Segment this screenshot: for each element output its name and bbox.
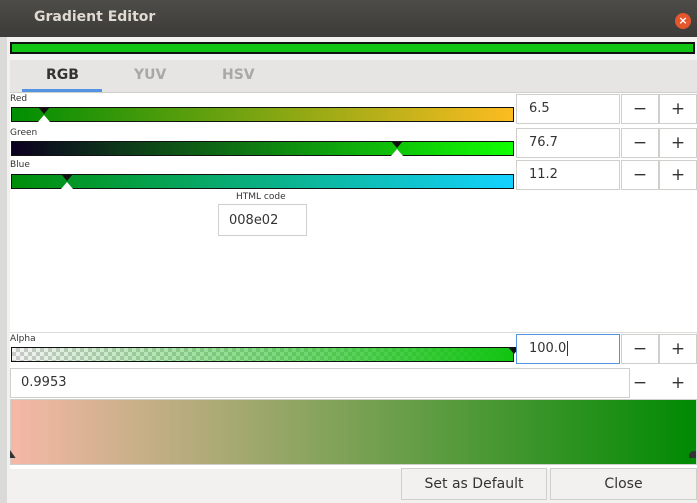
blue-increment-button[interactable]: + <box>659 160 697 190</box>
alpha-value-field[interactable]: 100.0 <box>516 334 620 364</box>
alpha-divider <box>10 332 697 333</box>
gradient-stop-end-icon[interactable] <box>688 450 696 458</box>
green-slider-handle-bottom[interactable] <box>390 149 403 156</box>
tab-yuv[interactable]: YUV <box>134 67 166 83</box>
blue-value-field[interactable]: 11.2 <box>516 160 620 190</box>
red-slider[interactable] <box>11 107 514 122</box>
color-preview-bar <box>10 42 695 54</box>
green-label: Green <box>10 128 38 138</box>
red-decrement-button[interactable]: − <box>621 94 659 124</box>
position-decrement-button[interactable]: − <box>621 368 659 398</box>
green-slider[interactable] <box>11 141 514 156</box>
text-cursor <box>567 341 569 356</box>
blue-slider[interactable] <box>11 174 514 189</box>
green-decrement-button[interactable]: − <box>621 128 659 158</box>
html-code-field[interactable]: 008e02 <box>218 204 307 236</box>
alpha-increment-button[interactable]: + <box>659 334 697 364</box>
blue-decrement-button[interactable]: − <box>621 160 659 190</box>
red-label: Red <box>10 94 28 104</box>
close-icon[interactable]: × <box>675 13 691 29</box>
window-title: Gradient Editor <box>34 9 156 25</box>
tab-rgb[interactable]: RGB <box>46 67 79 83</box>
gradient-stop-start-icon[interactable] <box>10 450 18 458</box>
tab-hsv[interactable]: HSV <box>222 67 255 83</box>
window-edge <box>0 37 7 503</box>
blue-label: Blue <box>10 160 30 170</box>
green-slider-handle-top[interactable] <box>390 141 403 148</box>
blue-slider-handle-bottom[interactable] <box>61 182 74 189</box>
red-slider-handle-bottom[interactable] <box>37 115 50 122</box>
title-bar: Gradient Editor × <box>0 0 697 37</box>
red-slider-handle-top[interactable] <box>37 107 50 114</box>
red-value-field[interactable]: 6.5 <box>516 94 620 124</box>
alpha-value-text: 100.0 <box>529 341 567 356</box>
html-code-label: HTML code <box>236 192 286 202</box>
alpha-decrement-button[interactable]: − <box>621 334 659 364</box>
gradient-preview[interactable] <box>10 399 697 465</box>
active-tab-indicator <box>22 89 102 92</box>
blue-slider-handle-top[interactable] <box>61 174 74 181</box>
set-as-default-button[interactable]: Set as Default <box>401 468 547 500</box>
green-increment-button[interactable]: + <box>659 128 697 158</box>
position-increment-button[interactable]: + <box>659 368 697 398</box>
tab-bar: RGB YUV HSV <box>10 60 697 93</box>
close-button[interactable]: Close <box>550 468 697 500</box>
alpha-label: Alpha <box>10 334 36 344</box>
red-increment-button[interactable]: + <box>659 94 697 124</box>
alpha-slider[interactable] <box>11 347 514 362</box>
green-value-field[interactable]: 76.7 <box>516 128 620 158</box>
stop-position-field[interactable]: 0.9953 <box>10 368 630 398</box>
